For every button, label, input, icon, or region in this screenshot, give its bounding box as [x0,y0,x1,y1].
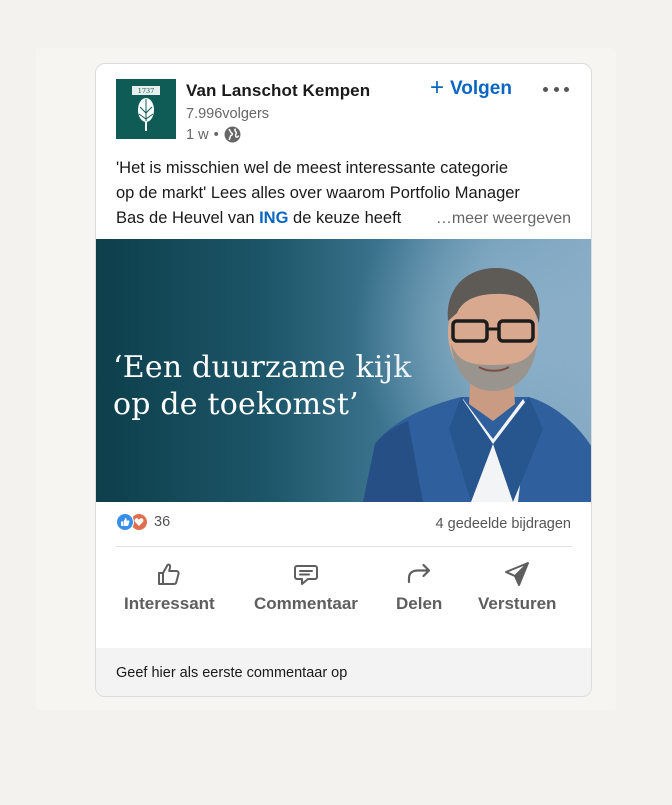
post-meta: 1 w • [186,126,241,143]
action-label: Interessant [124,594,215,613]
share-arrow-icon [408,563,431,584]
mention-link-ing[interactable]: ING [259,209,288,227]
post-text-line: 'Het is misschien wel de meest interessa… [116,159,508,177]
plus-icon: + [430,74,445,101]
company-logo[interactable]: 1737 [116,79,176,139]
send-button[interactable]: Versturen [478,560,556,614]
comment-input[interactable]: Geef hier als eerste commentaar op [96,648,591,696]
action-label: Commentaar [254,594,358,613]
like-reaction-icon [116,513,134,531]
post-time: 1 w [186,126,209,143]
send-icon [505,562,530,586]
follow-button[interactable]: + Volgen [430,74,512,101]
post-banner-image[interactable]: ‘Een duurzame kijk op de toekomst’ [96,239,591,502]
tree-logo-icon: 1737 [132,86,160,131]
logo-year-text: 1737 [138,87,155,95]
comment-button[interactable]: Commentaar [254,560,358,614]
divider [116,546,572,547]
thumbs-up-icon [158,563,180,585]
share-button[interactable]: Delen [396,560,442,614]
post-card: 1737 Van Lanschot Kempen 7.996volgers 1 … [95,63,592,697]
see-more-link[interactable]: …meer weergeven [425,206,571,231]
reaction-summary[interactable]: 36 [116,513,170,531]
post-text-segment: de keuze heeft [288,209,402,227]
post-text-segment: Bas de Heuvel van [116,209,260,227]
follow-label: Volgen [450,78,512,99]
follower-count: 7.996volgers [186,106,270,122]
ellipsis-icon [543,86,548,92]
meta-separator: • [213,126,219,143]
comment-icon [293,565,318,585]
portrait-figure [353,239,591,502]
post-text-line: op de markt' Lees alles over waarom Port… [116,184,520,202]
action-label: Delen [396,594,443,613]
reaction-count: 36 [154,514,171,530]
company-name[interactable]: Van Lanschot Kempen [186,81,370,101]
more-options-button[interactable] [540,78,572,100]
action-label: Versturen [478,594,557,613]
globe-icon [224,126,241,143]
shares-count[interactable]: 4 gedeelde bijdragen [436,516,571,532]
like-button[interactable]: Interessant [124,560,215,614]
